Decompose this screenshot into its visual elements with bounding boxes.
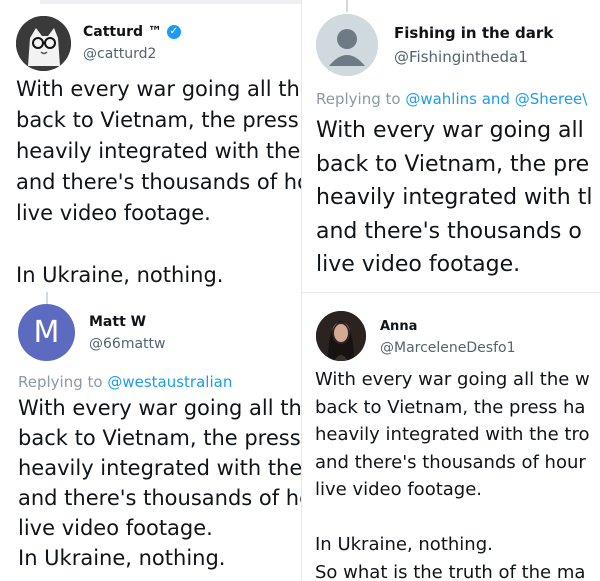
reply-mention-link[interactable]: @westaustralian bbox=[107, 373, 232, 391]
tweet-line bbox=[16, 229, 302, 260]
tweet-line: and there's thousands o bbox=[316, 218, 582, 244]
top-divider bbox=[40, 0, 302, 4]
reply-mention-link[interactable]: @wahlins and @Sheree\ bbox=[405, 90, 587, 108]
user-handle[interactable]: @Fishingintheda1 bbox=[394, 48, 553, 66]
tweet-line: back to Vietnam, the press ha bbox=[315, 396, 586, 418]
tweet-line: live video footage. bbox=[315, 479, 483, 500]
tweet-line: live video footage. bbox=[316, 252, 521, 277]
avatar[interactable] bbox=[16, 16, 71, 71]
display-name[interactable]: Catturd ™ ✓ bbox=[83, 24, 181, 40]
tweet-line: live video footage. bbox=[18, 516, 213, 540]
tweet-matt-w: M Matt W @66mattw Replying to @westaustr… bbox=[0, 292, 302, 581]
tweet-line: With every war going all the bbox=[18, 396, 302, 420]
avatar[interactable] bbox=[316, 14, 378, 76]
thread-line bbox=[346, 0, 348, 12]
tweet-header: Anna @MarceleneDesfo1 bbox=[316, 311, 516, 361]
tweet-line: In Ukraine, nothing. bbox=[315, 534, 493, 555]
default-profile-icon bbox=[316, 14, 378, 76]
tweet-header: M Matt W @66mattw bbox=[18, 304, 165, 361]
display-name[interactable]: Anna bbox=[380, 319, 516, 334]
tweet-text: With every war going all the w back to V… bbox=[315, 366, 590, 581]
tweet-line: live video footage. bbox=[16, 201, 211, 225]
tweet-line: So what is the truth of the ma bbox=[315, 561, 586, 581]
tweet-line: heavily integrated with the bbox=[18, 456, 302, 480]
tweet-line: In Ukraine, nothing. bbox=[18, 546, 226, 570]
cat-avatar-icon bbox=[16, 16, 71, 71]
thread-line bbox=[46, 292, 48, 304]
tweet-catturd: Catturd ™ ✓ @catturd2 With every war goi… bbox=[0, 0, 302, 292]
avatar-letter: M bbox=[33, 315, 60, 350]
tweet-line: back to Vietnam, the press l bbox=[16, 108, 302, 132]
tweet-line: and there's thousands of hour bbox=[315, 451, 586, 473]
tweet-line: In Ukraine, nothing. bbox=[16, 263, 224, 287]
tweet-anna: Anna @MarceleneDesfo1 With every war goi… bbox=[302, 292, 600, 581]
panel-divider bbox=[301, 0, 302, 581]
tweet-line: With every war going all bbox=[316, 118, 584, 143]
top-divider bbox=[302, 292, 600, 293]
tweet-header: Catturd ™ ✓ @catturd2 bbox=[16, 16, 181, 71]
tweet-line: heavily integrated with tl bbox=[316, 185, 593, 210]
tweet-line: heavily integrated with the t bbox=[16, 139, 302, 163]
tweet-header: Fishing in the dark @Fishingintheda1 bbox=[316, 14, 553, 76]
tweet-line: and there's thousands of ho bbox=[16, 170, 302, 194]
reply-context: Replying to @westaustralian bbox=[18, 373, 233, 391]
tweet-text: With every war going all the back to Vie… bbox=[16, 74, 302, 291]
tweet-line bbox=[315, 504, 590, 532]
verified-badge-icon: ✓ bbox=[166, 25, 181, 39]
reply-context: Replying to @wahlins and @Sheree\ bbox=[316, 90, 588, 108]
display-name[interactable]: Matt W bbox=[89, 314, 165, 330]
tweet-line: back to Vietnam, the press bbox=[18, 426, 301, 450]
profile-photo-icon bbox=[316, 311, 366, 361]
tweet-line: With every war going all the bbox=[16, 77, 302, 101]
tweet-line: heavily integrated with the tro bbox=[315, 424, 590, 445]
user-handle[interactable]: @catturd2 bbox=[83, 46, 181, 62]
display-name[interactable]: Fishing in the dark bbox=[394, 24, 553, 42]
tweet-line: back to Vietnam, the pre bbox=[316, 151, 590, 177]
tweet-text: With every war going all the back to Vie… bbox=[18, 393, 302, 573]
tweet-line: With every war going all the w bbox=[315, 369, 590, 390]
tweet-line: and there's thousands of he bbox=[18, 486, 302, 510]
tweet-text: With every war going all back to Vietnam… bbox=[316, 114, 592, 282]
avatar[interactable]: M bbox=[18, 304, 75, 361]
user-handle[interactable]: @66mattw bbox=[89, 336, 165, 352]
avatar[interactable] bbox=[316, 311, 366, 361]
tweet-fishing-in-the-dark: Fishing in the dark @Fishingintheda1 Rep… bbox=[302, 0, 600, 292]
user-handle[interactable]: @MarceleneDesfo1 bbox=[380, 340, 516, 356]
